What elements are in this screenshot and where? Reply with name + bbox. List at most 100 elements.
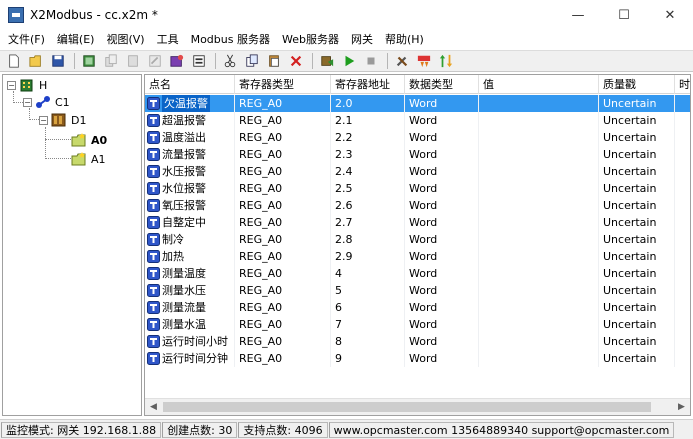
horizontal-scrollbar[interactable]: ◀ ▶ xyxy=(145,398,690,415)
status-created-points: 创建点数: 30 xyxy=(162,421,238,438)
log-button[interactable] xyxy=(414,52,434,70)
cell-value xyxy=(479,265,599,282)
cell-name: 测量温度 xyxy=(145,265,235,282)
tools-button[interactable] xyxy=(392,52,412,70)
delete-button[interactable] xyxy=(286,52,306,70)
table-row[interactable]: 制冷 REG_A0 2.8 Word Uncertain xyxy=(145,231,690,248)
table-row[interactable]: 自整定中 REG_A0 2.7 Word Uncertain xyxy=(145,214,690,231)
menu-help[interactable]: 帮助(H) xyxy=(379,30,430,50)
scroll-left-icon[interactable]: ◀ xyxy=(145,399,162,415)
cell-time xyxy=(675,333,690,350)
close-button[interactable]: ✕ xyxy=(647,0,693,30)
cut-button[interactable] xyxy=(220,52,240,70)
cell-register-type: REG_A0 xyxy=(235,197,331,214)
column-header-quality[interactable]: 质量戳 xyxy=(599,75,675,94)
collapse-icon[interactable]: − xyxy=(7,80,16,90)
driver-button[interactable] xyxy=(317,52,337,70)
tree-node-group-a0[interactable]: A0 xyxy=(71,132,107,148)
cell-value xyxy=(479,129,599,146)
table-row[interactable]: 测量水压 REG_A0 5 Word Uncertain xyxy=(145,282,690,299)
cell-time xyxy=(675,299,690,316)
cell-register-type: REG_A0 xyxy=(235,112,331,129)
tree-node-group-a1[interactable]: A1 xyxy=(71,151,106,167)
run-button[interactable] xyxy=(339,52,359,70)
folder-icon xyxy=(71,133,86,147)
scroll-right-icon[interactable]: ▶ xyxy=(673,399,690,415)
copy-button[interactable] xyxy=(242,52,262,70)
cell-value xyxy=(479,333,599,350)
table-row[interactable]: 测量流量 REG_A0 6 Word Uncertain xyxy=(145,299,690,316)
tag-icon xyxy=(147,352,160,365)
scrollbar-thumb[interactable] xyxy=(163,402,651,412)
stop-icon xyxy=(367,57,375,65)
toolbar-separator xyxy=(387,53,388,69)
paste-button[interactable] xyxy=(264,52,284,70)
collapse-icon[interactable]: − xyxy=(39,115,48,125)
cell-value xyxy=(479,163,599,180)
table-row[interactable]: 流量报警 REG_A0 2.3 Word Uncertain xyxy=(145,146,690,163)
folder-icon xyxy=(71,152,86,166)
cell-name: 水压报警 xyxy=(145,163,235,180)
table-row[interactable]: 测量水温 REG_A0 7 Word Uncertain xyxy=(145,316,690,333)
table-row[interactable]: 水位报警 REG_A0 2.5 Word Uncertain xyxy=(145,180,690,197)
table-row[interactable]: 超温报警 REG_A0 2.1 Word Uncertain xyxy=(145,112,690,129)
open-button[interactable] xyxy=(26,52,46,70)
collapse-icon[interactable]: − xyxy=(23,97,32,107)
cell-data-type: Word xyxy=(405,299,479,316)
column-header-name[interactable]: 点名 xyxy=(145,75,235,94)
minimize-button[interactable]: — xyxy=(555,0,601,30)
cell-register-address: 2.2 xyxy=(331,129,405,146)
menu-edit[interactable]: 编辑(E) xyxy=(51,30,101,50)
column-header-time[interactable]: 时 xyxy=(675,75,690,94)
table-row[interactable]: 氧压报警 REG_A0 2.6 Word Uncertain xyxy=(145,197,690,214)
menu-modbus-server[interactable]: Modbus 服务器 xyxy=(185,30,276,50)
table-row[interactable]: 欠温报警 REG_A0 2.0 Word Uncertain xyxy=(145,95,690,112)
new-button[interactable] xyxy=(4,52,24,70)
stop-button[interactable] xyxy=(361,52,381,70)
maximize-button[interactable]: ☐ xyxy=(601,0,647,30)
status-bar: 监控模式: 网关 192.168.1.88 创建点数: 30 支持点数: 409… xyxy=(0,419,693,439)
table-row[interactable]: 温度溢出 REG_A0 2.2 Word Uncertain xyxy=(145,129,690,146)
cell-time xyxy=(675,265,690,282)
cell-value xyxy=(479,112,599,129)
menu-gateway[interactable]: 网关 xyxy=(345,30,379,50)
table-row[interactable]: 运行时间分钟 REG_A0 9 Word Uncertain xyxy=(145,350,690,367)
edit-disabled-icon xyxy=(149,55,161,67)
table-row[interactable]: 运行时间小时 REG_A0 8 Word Uncertain xyxy=(145,333,690,350)
cell-value xyxy=(479,248,599,265)
cell-time xyxy=(675,248,690,265)
cell-name: 运行时间分钟 xyxy=(145,350,235,367)
cell-time xyxy=(675,214,690,231)
menu-file[interactable]: 文件(F) xyxy=(2,30,51,50)
cell-quality: Uncertain xyxy=(599,231,675,248)
column-header-value[interactable]: 值 xyxy=(479,75,599,94)
menu-view[interactable]: 视图(V) xyxy=(100,30,150,50)
cell-register-type: REG_A0 xyxy=(235,95,331,112)
table-row[interactable]: 加热 REG_A0 2.9 Word Uncertain xyxy=(145,248,690,265)
cell-value xyxy=(479,316,599,333)
column-header-data-type[interactable]: 数据类型 xyxy=(405,75,479,94)
table-row[interactable]: 测量温度 REG_A0 4 Word Uncertain xyxy=(145,265,690,282)
column-header-register-address[interactable]: 寄存器地址 xyxy=(331,75,405,94)
cell-quality: Uncertain xyxy=(599,197,675,214)
cell-time xyxy=(675,282,690,299)
cell-register-type: REG_A0 xyxy=(235,248,331,265)
save-button[interactable] xyxy=(48,52,68,70)
cell-register-address: 9 xyxy=(331,350,405,367)
menu-web-server[interactable]: Web服务器 xyxy=(276,30,345,50)
table-row[interactable]: 水压报警 REG_A0 2.4 Word Uncertain xyxy=(145,163,690,180)
view-button[interactable] xyxy=(79,52,99,70)
properties-button[interactable] xyxy=(189,52,209,70)
menu-tools[interactable]: 工具 xyxy=(151,30,185,50)
cut-icon xyxy=(224,54,236,68)
status-contact: www.opcmaster.com 13564889340 support@op… xyxy=(328,421,675,438)
exchange-button[interactable] xyxy=(436,52,456,70)
tree-node-device[interactable]: − D1 xyxy=(39,112,86,128)
tree-node-channel[interactable]: − C1 xyxy=(23,94,70,110)
add-device-button[interactable] xyxy=(167,52,187,70)
cell-value xyxy=(479,350,599,367)
view-icon xyxy=(83,55,95,67)
column-header-register-type[interactable]: 寄存器类型 xyxy=(235,75,331,94)
tree-node-root[interactable]: − H xyxy=(7,77,47,93)
copy-icon xyxy=(246,54,258,67)
